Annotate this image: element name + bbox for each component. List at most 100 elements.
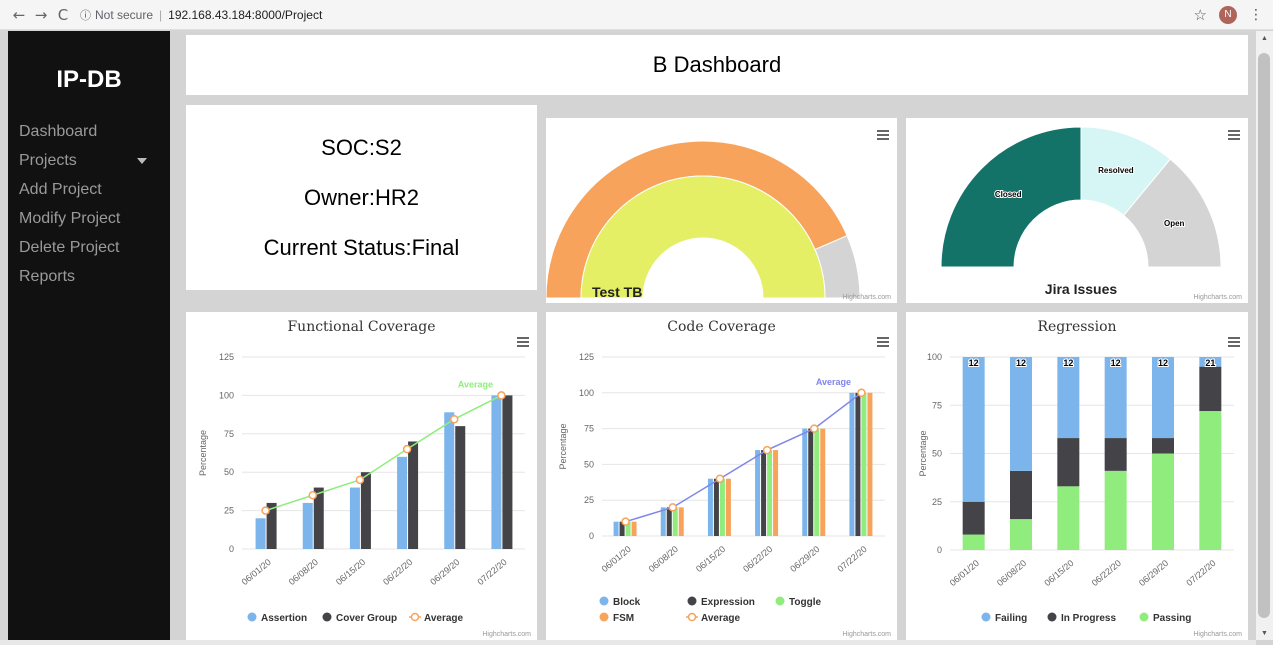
x-tick-label: 06/29/20 xyxy=(1137,558,1170,588)
average-point xyxy=(355,475,365,485)
bar-cover-group xyxy=(408,441,419,549)
browser-toolbar: ← → C ⓘ Not secure | 192.168.43.184:8000… xyxy=(0,0,1273,30)
legend-label: Block xyxy=(613,597,641,608)
brand-logo: IP-DB xyxy=(56,66,122,93)
legend-label: Average xyxy=(701,613,741,624)
reload-icon[interactable]: C xyxy=(52,6,74,24)
bar-fsm xyxy=(820,428,826,536)
highcharts-credit[interactable]: Highcharts.com xyxy=(842,631,891,638)
y-tick-label: 50 xyxy=(584,459,594,469)
stack-total-label: 21 xyxy=(1205,358,1215,368)
y-tick-label: 25 xyxy=(224,506,234,516)
bar-block xyxy=(707,478,713,536)
legend-label: Assertion xyxy=(261,613,307,624)
bar-block xyxy=(613,521,619,536)
stack-total-label: 12 xyxy=(1063,358,1073,368)
legend-label: Toggle xyxy=(789,597,821,608)
legend-label: Cover Group xyxy=(336,613,397,624)
chart-menu-icon[interactable] xyxy=(517,337,529,347)
bar-toggle xyxy=(719,478,725,536)
x-tick-label: 06/01/20 xyxy=(240,557,273,587)
scroll-up-icon[interactable]: ▲ xyxy=(1256,31,1273,45)
browser-menu-icon[interactable]: ⋮ xyxy=(1249,7,1263,23)
horizontal-scrollbar[interactable] xyxy=(0,640,1256,645)
x-tick-label: 06/22/20 xyxy=(1090,558,1123,588)
bar-failing xyxy=(1010,357,1032,471)
sidebar-item-delete-project[interactable]: Delete Project xyxy=(19,233,159,262)
highcharts-credit[interactable]: Highcharts.com xyxy=(1193,294,1242,301)
url-text[interactable]: 192.168.43.184:8000/Project xyxy=(168,8,322,22)
sidebar-item-label: Reports xyxy=(19,268,76,285)
bar-in-progress xyxy=(1199,366,1222,412)
y-axis-label: Percentage xyxy=(918,430,928,476)
bar-fsm xyxy=(631,521,637,536)
address-bar[interactable]: ⓘ Not secure | 192.168.43.184:8000/Proje… xyxy=(80,4,322,26)
chart-menu-icon[interactable] xyxy=(1228,130,1240,140)
chart-menu-icon[interactable] xyxy=(877,130,889,140)
y-tick-label: 25 xyxy=(584,495,594,505)
legend-marker-icon xyxy=(247,612,257,622)
info-icon[interactable]: ⓘ xyxy=(80,7,91,23)
sidebar-item-label: Modify Project xyxy=(19,210,121,227)
highcharts-credit[interactable]: Highcharts.com xyxy=(482,631,531,638)
sidebar-item-add-project[interactable]: Add Project xyxy=(19,175,159,204)
bar-assertion xyxy=(349,487,360,549)
bookmark-star-icon[interactable]: ☆ xyxy=(1194,6,1207,24)
x-tick-label: 06/01/20 xyxy=(600,544,633,574)
functional-coverage-panel: Functional Coverage Percentage 0 25 50 75 100… xyxy=(186,312,537,640)
legend-marker-icon xyxy=(1139,612,1149,622)
chevron-down-icon[interactable] xyxy=(137,157,147,164)
bar-in-progress xyxy=(1010,470,1032,520)
average-point xyxy=(810,424,819,433)
chart-menu-icon[interactable] xyxy=(1228,337,1240,347)
bar-cover-group xyxy=(502,395,513,549)
bar-toggle xyxy=(767,450,773,536)
forward-icon[interactable]: → xyxy=(30,6,52,24)
sidebar-item-dashboard[interactable]: Dashboard xyxy=(19,117,159,146)
jira-slice-label: Open xyxy=(1164,219,1185,228)
sidebar-item-reports[interactable]: Reports xyxy=(19,262,159,291)
average-line xyxy=(625,392,862,523)
x-tick-label: 07/22/20 xyxy=(1184,558,1217,588)
profile-avatar[interactable]: N xyxy=(1219,5,1237,24)
bar-expression xyxy=(855,392,861,536)
jira-issues-chart: Closed Resolved Open Jira Issues xyxy=(940,126,1222,297)
average-point xyxy=(497,391,506,400)
x-tick-label: 07/22/20 xyxy=(835,544,868,574)
y-tick-label: 50 xyxy=(224,467,234,477)
stack-total-label: 12 xyxy=(1158,358,1168,368)
scrollbar-thumb[interactable] xyxy=(1258,53,1270,618)
x-tick-label: 06/22/20 xyxy=(381,557,414,587)
bar-cover-group xyxy=(360,472,371,549)
y-tick-label: 0 xyxy=(229,544,234,554)
sidebar-menu: Dashboard Projects Add Project Modify Pr… xyxy=(19,117,159,291)
bar-block xyxy=(849,392,855,536)
sidebar-item-projects[interactable]: Projects xyxy=(19,146,159,175)
bar-expression xyxy=(808,428,814,536)
sidebar-item-label: Delete Project xyxy=(19,239,120,256)
page-title: B Dashboard xyxy=(186,35,1248,95)
chart-menu-icon[interactable] xyxy=(877,337,889,347)
bar-in-progress xyxy=(1104,438,1127,471)
highcharts-credit[interactable]: Highcharts.com xyxy=(1193,631,1242,638)
average-point xyxy=(402,444,412,454)
main-content: B Dashboard SOC:S2 Owner:HR2 Current Sta… xyxy=(170,31,1256,640)
highcharts-credit[interactable]: Highcharts.com xyxy=(842,294,891,301)
bar-toggle xyxy=(672,507,678,536)
sidebar-item-label: Add Project xyxy=(19,181,102,198)
back-icon[interactable]: ← xyxy=(8,6,30,24)
scroll-down-icon[interactable]: ▼ xyxy=(1256,626,1273,640)
bar-failing xyxy=(1104,357,1127,439)
vertical-scrollbar[interactable]: ▲ ▼ xyxy=(1256,31,1273,640)
bar-fsm xyxy=(867,392,873,536)
bar-passing xyxy=(962,534,985,550)
sidebar-item-label: Projects xyxy=(19,152,77,169)
average-point xyxy=(668,503,677,512)
y-tick-label: 25 xyxy=(932,497,942,507)
y-tick-label: 75 xyxy=(932,400,942,410)
y-tick-label: 75 xyxy=(584,424,594,434)
y-axis-label: Percentage xyxy=(198,430,208,476)
bar-in-progress xyxy=(1057,438,1080,487)
sidebar-item-modify-project[interactable]: Modify Project xyxy=(19,204,159,233)
legend-marker-icon xyxy=(981,612,991,622)
